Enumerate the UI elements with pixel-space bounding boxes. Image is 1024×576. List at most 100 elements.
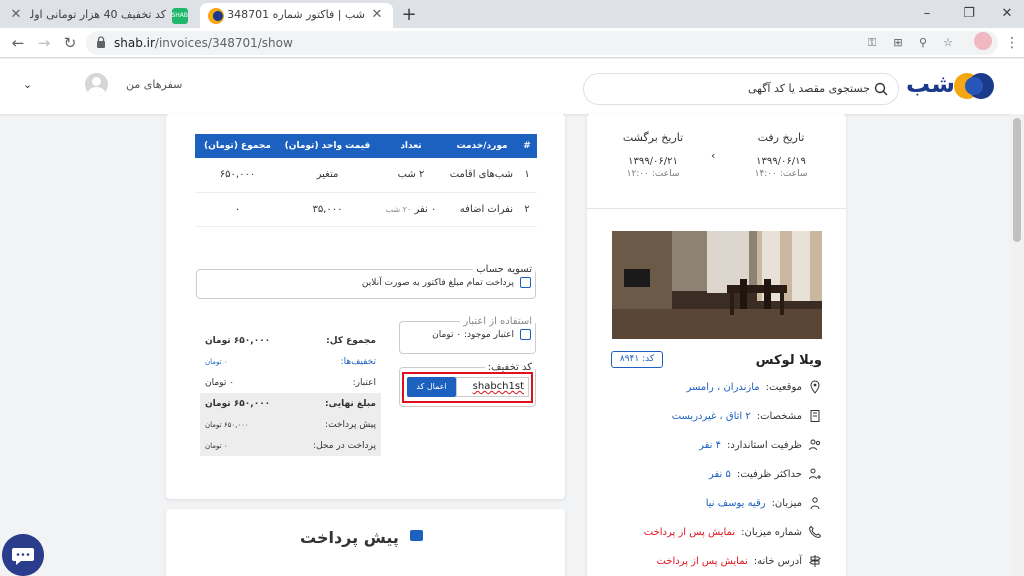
browser-menu-icon[interactable]: ⋮: [1005, 34, 1019, 52]
feature-label: حداکثر ظرفیت:: [736, 468, 802, 480]
lock-icon: [97, 36, 105, 48]
use-credit-checkbox[interactable]: [520, 329, 531, 340]
tab-title: کد تخفیف 40 هزار تومانی اولین رزرو: [30, 8, 166, 21]
site-header: شب جستجوی مقصد یا کد آگهی سفرهای من ⌄: [0, 59, 1024, 114]
row-count-sub: ۲۰ شب: [385, 204, 412, 214]
depart-date-block: تاریخ رفت ۱۳۹۹/۰۶/۱۹ ساعت: ۱۴:۰۰: [736, 131, 826, 179]
summary-final-label: مبلغ نهایی:: [325, 398, 376, 409]
settlement-option[interactable]: پرداخت تمام مبلغ فاکتور به صورت آنلاین: [197, 275, 535, 290]
payment-section-title: پیش پرداخت: [300, 528, 399, 547]
browser-tab-invoice[interactable]: شب | فاکتور شماره 348701 ✕: [200, 3, 393, 28]
search-icon: [874, 82, 888, 96]
forward-arrow-icon[interactable]: →: [34, 33, 54, 53]
reload-icon[interactable]: ↻: [60, 33, 80, 53]
summary-discount-value: ۰ تومان: [205, 357, 228, 366]
translate-icon[interactable]: ⊞: [890, 35, 906, 51]
star-icon[interactable]: ☆: [940, 35, 956, 51]
invoice-summary: مجموع کل: ۶۵۰,۰۰۰ تومان تخفیف‌ها: ۰ توما…: [200, 330, 381, 456]
depart-time: ساعت: ۱۴:۰۰: [754, 169, 808, 179]
discount-code-highlight: shabch1st اعمال کد: [402, 372, 533, 403]
feature-value: ۲ اتاق ، غیردربست: [671, 410, 751, 422]
back-arrow-icon[interactable]: ←: [8, 33, 28, 53]
return-time: ساعت: ۱۲:۰۰: [626, 169, 680, 179]
summary-credit-label: اعتبار:: [352, 377, 376, 388]
summary-credit-value: ۰ تومان: [205, 377, 235, 388]
browser-tab-strip: SHAB کد تخفیف 40 هزار تومانی اولین رزرو …: [0, 0, 1024, 28]
row-total: ۶۵۰,۰۰۰: [195, 158, 280, 193]
row-item: نفرات اضافه: [447, 192, 517, 227]
table-header-row: # مورد/خدمت تعداد قیمت واحد (تومان) مجمو…: [195, 134, 537, 158]
chevron-down-icon[interactable]: ⌄: [23, 78, 32, 91]
settlement-legend: تسویه حساب: [476, 264, 532, 275]
col-header-num: #: [517, 134, 537, 158]
close-tab-icon[interactable]: ✕: [369, 7, 385, 23]
my-trips-link[interactable]: سفرهای من: [126, 78, 182, 91]
key-icon[interactable]: ⚿: [864, 35, 880, 51]
feature-label: آدرس خانه:: [753, 555, 802, 567]
feature-label: مشخصات:: [756, 410, 802, 422]
host-icon: [810, 497, 820, 510]
minimize-icon[interactable]: –: [917, 4, 937, 24]
row-num: ۲: [517, 192, 537, 227]
settlement-fieldset: تسویه حساب پرداخت تمام مبلغ فاکتور به صو…: [196, 264, 536, 299]
tab-title: شب | فاکتور شماره 348701: [228, 8, 365, 21]
row-count: ۰ نفر ۲۰ شب: [375, 192, 447, 227]
feature-label: شماره میزبان:: [741, 526, 802, 538]
table-row: ۱ شب‌های اقامت ۲ شب متغیر ۶۵۰,۰۰۰: [195, 158, 537, 193]
search-input[interactable]: جستجوی مقصد یا کد آگهی: [583, 73, 899, 105]
feature-host-phone: شماره میزبان: نمایش پس از پرداخت: [644, 523, 822, 541]
depart-label: تاریخ رفت: [757, 131, 805, 144]
row-count: ۲ شب: [375, 158, 447, 193]
profile-avatar-icon[interactable]: [974, 32, 992, 50]
close-tab-icon[interactable]: ✕: [8, 7, 24, 23]
summary-total-label: مجموع کل:: [326, 335, 376, 346]
summary-discount-label: تخفیف‌ها:: [340, 356, 376, 367]
online-payment-checkbox[interactable]: [520, 277, 531, 288]
credit-fieldset: استفاده از اعتبار اعتبار موجود: ۰ تومان: [399, 316, 536, 354]
summary-credit-row: اعتبار: ۰ تومان: [200, 372, 381, 393]
settlement-option-label: پرداخت تمام مبلغ فاکتور به صورت آنلاین: [361, 277, 514, 288]
url-path: /invoices/348701/show: [154, 36, 293, 50]
chat-support-button[interactable]: [2, 534, 44, 576]
feature-max-capacity: حداکثر ظرفیت: ۵ نفر: [709, 465, 822, 483]
summary-final-row: مبلغ نهایی: ۶۵۰,۰۰۰ تومان: [200, 393, 381, 414]
shab-logo-icon: [954, 73, 994, 99]
house-code-badge: کد: ۸۹۴۱: [611, 351, 663, 368]
feature-value: مازندران ، رامسر: [686, 381, 760, 393]
summary-total-row: مجموع کل: ۶۵۰,۰۰۰ تومان: [200, 330, 381, 351]
apply-code-button[interactable]: اعمال کد: [407, 377, 456, 397]
user-avatar-icon[interactable]: [85, 73, 108, 96]
discount-code-input[interactable]: shabch1st: [456, 377, 529, 397]
table-row: ۲ نفرات اضافه ۰ نفر ۲۰ شب ۳۵,۰۰۰ ۰: [195, 192, 537, 227]
location-icon: [810, 380, 820, 394]
signpost-icon: [809, 555, 821, 567]
browser-toolbar: ← → ↻ shab.ir/invoices/348701/show ⚿ ⊞ ⚲…: [0, 28, 1024, 58]
summary-prepay-label: پیش پرداخت:: [325, 419, 376, 430]
scrollbar-thumb[interactable]: [1013, 118, 1021, 242]
row-count-main: ۰ نفر: [414, 203, 437, 215]
row-num: ۱: [517, 158, 537, 193]
logo-text[interactable]: شب: [906, 70, 955, 98]
new-tab-plus-icon[interactable]: +: [399, 5, 419, 25]
feature-value: ۴ نفر: [699, 439, 722, 451]
close-window-icon[interactable]: ✕: [997, 4, 1017, 24]
house-title: ویلا لوکس: [755, 353, 822, 368]
invoice-table: # مورد/خدمت تعداد قیمت واحد (تومان) مجمو…: [195, 134, 537, 227]
house-photo[interactable]: [612, 231, 822, 339]
feature-label: میزبان:: [771, 497, 802, 509]
trip-dates: تاریخ رفت ۱۳۹۹/۰۶/۱۹ ساعت: ۱۴:۰۰ › تاریخ…: [587, 114, 846, 209]
row-unit-price: ۳۵,۰۰۰: [280, 192, 375, 227]
credit-option[interactable]: اعتبار موجود: ۰ تومان: [400, 327, 535, 342]
summary-final-value: ۶۵۰,۰۰۰ تومان: [205, 398, 271, 409]
col-header-total: مجموع (تومان): [195, 134, 280, 158]
address-bar[interactable]: shab.ir/invoices/348701/show ⚿ ⊞ ⚲ ☆: [86, 31, 998, 55]
credit-option-label: اعتبار موجود: ۰ تومان: [432, 329, 514, 340]
phone-icon: [808, 525, 822, 539]
browser-tab-discount[interactable]: SHAB کد تخفیف 40 هزار تومانی اولین رزرو …: [0, 3, 196, 28]
feature-standard-capacity: ظرفیت استاندارد: ۴ نفر: [699, 436, 822, 454]
row-unit-price: متغیر: [280, 158, 375, 193]
summary-onsite-row: پرداخت در محل: ۰ تومان: [200, 435, 381, 456]
restore-icon[interactable]: ❐: [959, 4, 979, 24]
summary-prepay-value: ۶۵۰,۰۰۰ تومان: [205, 420, 249, 429]
zoom-icon[interactable]: ⚲: [915, 35, 931, 51]
